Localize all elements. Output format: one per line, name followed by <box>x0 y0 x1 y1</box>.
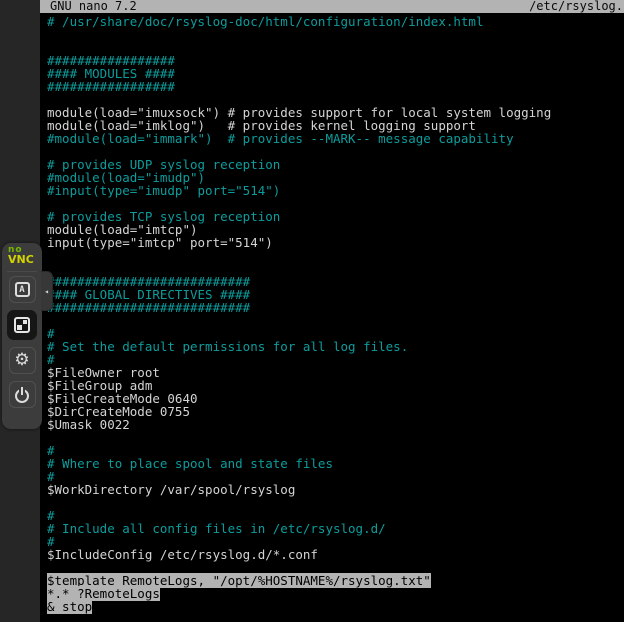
editor-line-text: # /usr/share/doc/rsyslog-doc/html/config… <box>47 14 484 29</box>
extra-keys-button[interactable]: A <box>9 276 36 303</box>
editor-line: $WorkDirectory /var/spool/rsyslog <box>47 483 624 496</box>
editor-line-text: $Umask 0022 <box>47 417 130 432</box>
editor-line <box>47 431 624 444</box>
novnc-logo-vnc: VNC <box>8 254 34 265</box>
editor-line-text: #module(load="immark") # provides --MARK… <box>47 131 514 146</box>
editor-line: & stop <box>47 600 624 613</box>
novnc-logo: no VNC <box>2 246 34 265</box>
editor-line <box>47 249 624 262</box>
editor-line-text: #input(type="imudp" port="514") <box>47 183 280 198</box>
editor-line: input(type="imtcp" port="514") <box>47 236 624 249</box>
fullscreen-icon <box>14 317 30 333</box>
settings-button[interactable]: ⚙ <box>9 347 36 374</box>
editor-line <box>47 28 624 41</box>
editor-line: # Include all config files in /etc/rsysl… <box>47 522 624 535</box>
editor-line-text: input(type="imtcp" port="514") <box>47 235 273 250</box>
fullscreen-button[interactable] <box>7 310 37 340</box>
editor-line-text: $WorkDirectory /var/spool/rsyslog <box>47 482 295 497</box>
editor-line: # Where to place spool and state files <box>47 457 624 470</box>
editor-line: $Umask 0022 <box>47 418 624 431</box>
editor-line-text: # Set the default permissions for all lo… <box>47 339 408 354</box>
editor-line-text: ########################### <box>47 300 250 315</box>
editor-line-text: # Where to place spool and state files <box>47 456 333 471</box>
power-icon <box>15 388 29 402</box>
editor-line: *.* ?RemoteLogs <box>47 587 624 600</box>
editor-line: # /usr/share/doc/rsyslog-doc/html/config… <box>47 15 624 28</box>
editor-lines: # /usr/share/doc/rsyslog-doc/html/config… <box>47 15 624 613</box>
editor-line-text: $IncludeConfig /etc/rsyslog.d/*.conf <box>47 547 318 562</box>
novnc-control-bar: no VNC A ⚙ <box>2 243 42 429</box>
panel-separator <box>7 271 37 272</box>
vnc-screen: GNU nano 7.2 /etc/rsyslog. # /usr/share/… <box>0 0 624 622</box>
editor-line: ################# <box>47 80 624 93</box>
editor-line: ########################### <box>47 301 624 314</box>
editor-line-text: ################# <box>47 79 175 94</box>
editor-line <box>47 496 624 509</box>
control-bar-handle[interactable]: ◂ <box>41 271 53 311</box>
nano-app-title: GNU nano 7.2 <box>50 0 137 13</box>
editor-line <box>47 314 624 327</box>
editor-line: #input(type="imudp" port="514") <box>47 184 624 197</box>
editor-line: $DirCreateMode 0755 <box>47 405 624 418</box>
editor-line: #module(load="immark") # provides --MARK… <box>47 132 624 145</box>
editor-line: $IncludeConfig /etc/rsyslog.d/*.conf <box>47 548 624 561</box>
editor-line-text: & stop <box>47 599 92 614</box>
a-key-icon: A <box>15 282 30 297</box>
nano-titlebar: GNU nano 7.2 /etc/rsyslog. <box>40 0 624 13</box>
gear-icon: ⚙ <box>14 352 29 369</box>
nano-file-path: /etc/rsyslog. <box>529 0 623 13</box>
disconnect-button[interactable] <box>9 381 36 408</box>
collapse-arrow-icon: ◂ <box>44 287 49 296</box>
editor-line: # Set the default permissions for all lo… <box>47 340 624 353</box>
editor-line-text: # Include all config files in /etc/rsysl… <box>47 521 386 536</box>
terminal-editor[interactable]: # /usr/share/doc/rsyslog-doc/html/config… <box>40 13 624 622</box>
